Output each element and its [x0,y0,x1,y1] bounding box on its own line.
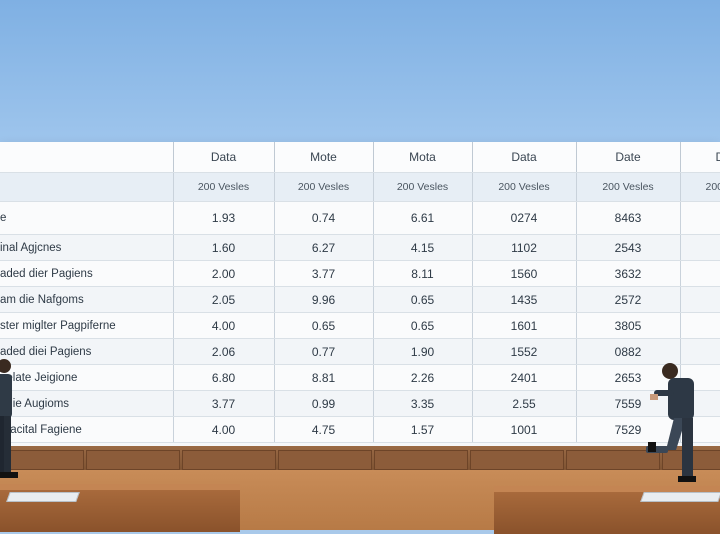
tablet-device [6,492,80,502]
row-label: aded diei Pagiens [0,338,174,365]
table-cell: 2.06 [173,338,275,365]
table-cell: 1001 [472,416,577,443]
table-cell: 3805 [576,312,681,339]
table-cell: 8.81 [274,364,374,391]
header-cell: Mote [274,142,374,173]
header-cell [0,142,174,173]
table-cell: 1.57 [373,416,473,443]
rail-panel [278,450,372,470]
header-cell: D [680,142,720,173]
table-cell: 3.77 [173,390,275,417]
header-cell: Mota [373,142,473,173]
row-label: oracital Fagiene [0,416,174,443]
table-cell: 1560 [472,260,577,287]
table-cell: 8.11 [373,260,473,287]
table-cell: 1601 [472,312,577,339]
row-label: ster miglter Pagpiferne [0,312,174,339]
table-row: oracital Fagiene 4.00 4.75 1.57 1001 7529 [0,416,720,443]
table-row: aded diei Pagiens 2.06 0.77 1.90 1552 0882 [0,338,720,365]
row-label: edie Augioms [0,390,174,417]
data-board: Data Mote Mota Data Date D 200 Vesles 20… [0,142,720,450]
table-cell: 1102 [472,234,577,261]
table-cell [680,286,720,313]
table-cell: 8463 [576,201,681,235]
table-cell: 1.93 [173,201,275,235]
table-cell: 0.99 [274,390,374,417]
subheader-cell: 200 Vesles [274,172,374,202]
table-cell: 9.96 [274,286,374,313]
table-cell: 1552 [472,338,577,365]
table-cell: 0.65 [274,312,374,339]
table-cell: 4.00 [173,312,275,339]
row-label: am die Nafgoms [0,286,174,313]
table-cell [680,260,720,287]
subheader-cell: 200 Vesles [373,172,473,202]
rail-panel [374,450,468,470]
table-cell: 3632 [576,260,681,287]
table-cell: 0.65 [373,286,473,313]
subheader-cell: 200 [680,172,720,202]
table-cell: 4.00 [173,416,275,443]
subheader-cell: 200 Vesles [576,172,681,202]
table-row: e 1.93 0.74 6.61 0274 8463 [0,201,720,235]
row-label: aded dier Pagiens [0,260,174,287]
table-cell [680,234,720,261]
header-cell: Date [576,142,681,173]
table-cell: 0.77 [274,338,374,365]
table-cell: 1.90 [373,338,473,365]
table-cell: 2.26 [373,364,473,391]
subheader-cell: 200 Vesles [472,172,577,202]
data-table: Data Mote Mota Data Date D 200 Vesles 20… [0,142,720,443]
subheader-cell [0,172,174,202]
tablet-device [640,492,720,502]
table-cell: 2543 [576,234,681,261]
header-row: Data Mote Mota Data Date D [0,142,720,173]
table-cell: 2.00 [173,260,275,287]
table-cell: 3.35 [373,390,473,417]
header-cell: Data [472,142,577,173]
table-cell: 6.61 [373,201,473,235]
table-cell: 1.60 [173,234,275,261]
table-row: inal Agjcnes 1.60 6.27 4.15 1102 2543 [0,234,720,261]
row-label: e [0,201,174,235]
row-label: inal Agjcnes [0,234,174,261]
table-row: ster miglter Pagpiferne 4.00 0.65 0.65 1601 3… [0,312,720,339]
table-cell: 4.15 [373,234,473,261]
table-cell: 0.65 [373,312,473,339]
table-row: eelate Jeigione 6.80 8.81 2.26 2401 2653 [0,364,720,391]
rail-panel [470,450,564,470]
table-row: edie Augioms 3.77 0.99 3.35 2.55 7559 [0,390,720,417]
person-left [0,359,18,478]
table-cell: 1435 [472,286,577,313]
table-row: aded dier Pagiens 2.00 3.77 8.11 1560 3632 [0,260,720,287]
row-label: eelate Jeigione [0,364,174,391]
table-cell: 0.74 [274,201,374,235]
table-cell: 2.05 [173,286,275,313]
table-row: am die Nafgoms 2.05 9.96 0.65 1435 2572 [0,286,720,313]
table-cell: 2572 [576,286,681,313]
rail-panel [86,450,180,470]
table-cell: 2.55 [472,390,577,417]
person-right [646,363,696,482]
table-cell: 6.80 [173,364,275,391]
header-cell: Data [173,142,275,173]
table-cell: 0274 [472,201,577,235]
table-cell: 2401 [472,364,577,391]
table-cell: 4.75 [274,416,374,443]
table-cell [680,201,720,235]
table-cell: 3.77 [274,260,374,287]
subheader-row: 200 Vesles 200 Vesles 200 Vesles 200 Ves… [0,172,720,202]
rail-panel [182,450,276,470]
table-cell [680,312,720,339]
table-cell: 6.27 [274,234,374,261]
subheader-cell: 200 Vesles [173,172,275,202]
